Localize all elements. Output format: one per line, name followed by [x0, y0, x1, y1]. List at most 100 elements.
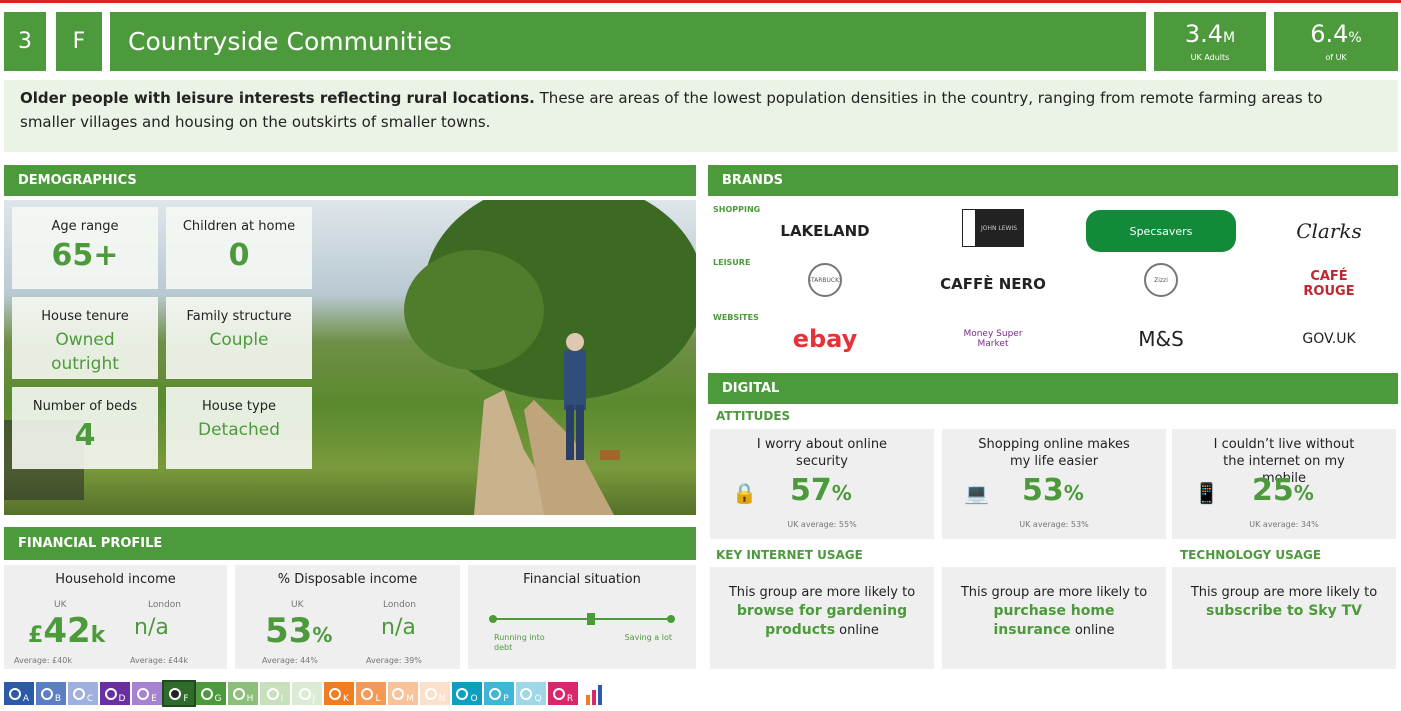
- usage-highlight: browse for gardening products: [736, 603, 908, 638]
- usage-panel: This group are more likely to browse for…: [710, 567, 934, 669]
- group-letter: A: [22, 693, 30, 704]
- radio-icon: [200, 687, 213, 700]
- demographic-card-value: 0: [228, 238, 250, 273]
- brand-logo: LAKELAND: [780, 222, 870, 240]
- group-letter: D: [118, 693, 126, 704]
- brand-logo: ebay: [792, 325, 858, 353]
- group-button-i[interactable]: I: [260, 682, 290, 705]
- disposable-uk-unit: %: [312, 623, 333, 647]
- demographic-card: House type Detached: [166, 387, 312, 469]
- uk-share-value: 6.4: [1310, 20, 1349, 48]
- usage-highlight: subscribe to Sky TV: [1205, 603, 1362, 619]
- income-uk-value: 42: [43, 611, 91, 651]
- brand-logo: CAFÉ ROUGE: [1303, 269, 1355, 299]
- attitude-unit: %: [1063, 481, 1084, 505]
- group-letter: I: [280, 693, 284, 704]
- demographic-card-value: Owned outright: [51, 330, 119, 374]
- group-selector: A B C D E F G H I J K L M N O P Q R: [4, 680, 610, 707]
- radio-icon: [137, 687, 150, 700]
- usage-panel: This group are more likely to purchase h…: [942, 567, 1166, 669]
- group-button-r[interactable]: R: [548, 682, 578, 705]
- demographic-card-label: Number of beds: [32, 399, 138, 414]
- demographics-heading: DEMOGRAPHICS: [18, 173, 137, 188]
- attitude-value: 53%: [1022, 473, 1084, 508]
- radio-icon: [8, 687, 21, 700]
- attitude-text: Shopping online makes my life easier: [978, 437, 1130, 469]
- group-button-n[interactable]: N: [420, 682, 450, 705]
- top-accent-line: [0, 0, 1401, 3]
- group-button-h[interactable]: H: [228, 682, 258, 705]
- brand-logo: Money Super Market: [963, 329, 1023, 349]
- scale-right-end: [667, 615, 675, 623]
- uk-share-unit: %: [1348, 30, 1362, 46]
- group-button-g[interactable]: G: [196, 682, 226, 705]
- attitude-unit: %: [1293, 481, 1314, 505]
- attitude-value: 25%: [1252, 473, 1314, 508]
- usage-pre: This group are more likely to: [1190, 585, 1378, 600]
- technology-usage-heading: TECHNOLOGY USAGE: [1180, 548, 1322, 562]
- income-uk-label: UK: [54, 600, 67, 610]
- group-letter: P: [503, 693, 509, 704]
- brand-logo: Clarks: [1296, 219, 1362, 243]
- household-income-panel: Household income UK London £42k n/a Aver…: [4, 565, 227, 669]
- income-uk-average: Average: £40k: [14, 656, 72, 665]
- segment-title-bar: Countryside Communities: [110, 12, 1146, 71]
- brands-header: BRANDS: [708, 165, 1398, 196]
- usage-post: online: [1070, 623, 1115, 638]
- group-button-j[interactable]: J: [292, 682, 322, 705]
- digital-heading: DIGITAL: [722, 381, 780, 396]
- attitude-percent: 53: [1022, 473, 1064, 508]
- group-button-o[interactable]: O: [452, 682, 482, 705]
- chart-bar-icon: [598, 685, 602, 705]
- brand-logo: JOHN LEWIS: [962, 209, 1024, 247]
- financial-profile-header: FINANCIAL PROFILE: [4, 527, 696, 560]
- group-button-l[interactable]: L: [356, 682, 386, 705]
- group-letter: O: [470, 693, 478, 704]
- group-button-k[interactable]: K: [324, 682, 354, 705]
- group-letter: M: [406, 693, 414, 704]
- group-button-p[interactable]: P: [484, 682, 514, 705]
- financial-situation-panel: Financial situation Running into debt Sa…: [468, 565, 696, 669]
- radio-icon: [266, 687, 279, 700]
- attitude-panel: I couldn’t live without the internet on …: [1172, 429, 1396, 539]
- income-london-label: London: [148, 600, 181, 610]
- group-button-d[interactable]: D: [100, 682, 130, 705]
- group-button-m[interactable]: M: [388, 682, 418, 705]
- radio-icon: [520, 687, 533, 700]
- radio-icon: [456, 687, 469, 700]
- attitude-panel: I worry about online security 🔒 57% UK aver…: [710, 429, 934, 539]
- segment-letter-box: F: [56, 12, 102, 71]
- laptop-icon: 💻: [964, 481, 989, 505]
- chart-toggle-icon[interactable]: [580, 682, 610, 705]
- group-button-e[interactable]: E: [132, 682, 162, 705]
- group-button-a[interactable]: A: [4, 682, 34, 705]
- group-button-f[interactable]: F: [162, 680, 196, 707]
- usage-pre: This group are more likely to: [960, 585, 1148, 600]
- group-letter: L: [375, 693, 381, 704]
- chart-bar-icon: [586, 695, 590, 705]
- income-london-average: Average: £44k: [130, 656, 188, 665]
- disposable-london-average: Average: 39%: [366, 656, 422, 665]
- group-letter: N: [438, 693, 446, 704]
- demographic-card: Age range 65+: [12, 207, 158, 289]
- radio-icon: [72, 687, 85, 700]
- attitude-average: UK average: 34%: [1249, 520, 1319, 529]
- brand-logo: Zizzi: [1144, 263, 1178, 297]
- group-button-b[interactable]: B: [36, 682, 66, 705]
- segment-letter: F: [72, 29, 86, 54]
- mobile-icon: 📱: [1194, 481, 1219, 505]
- chart-bar-icon: [592, 690, 596, 705]
- demographic-card-label: House type: [202, 399, 276, 414]
- demographic-card-value: Couple: [209, 330, 269, 350]
- disposable-uk-average: Average: 44%: [262, 656, 318, 665]
- segment-number-box: 3: [4, 12, 46, 71]
- description-lead: Older people with leisure interests refl…: [20, 89, 535, 107]
- group-button-c[interactable]: C: [68, 682, 98, 705]
- group-letter: E: [151, 693, 157, 704]
- group-button-q[interactable]: Q: [516, 682, 546, 705]
- brand-logo: Specsavers: [1086, 210, 1236, 252]
- radio-icon: [424, 687, 437, 700]
- brands-heading: BRANDS: [722, 173, 784, 188]
- demographic-card-value: Detached: [197, 420, 280, 440]
- radio-icon: [392, 687, 405, 700]
